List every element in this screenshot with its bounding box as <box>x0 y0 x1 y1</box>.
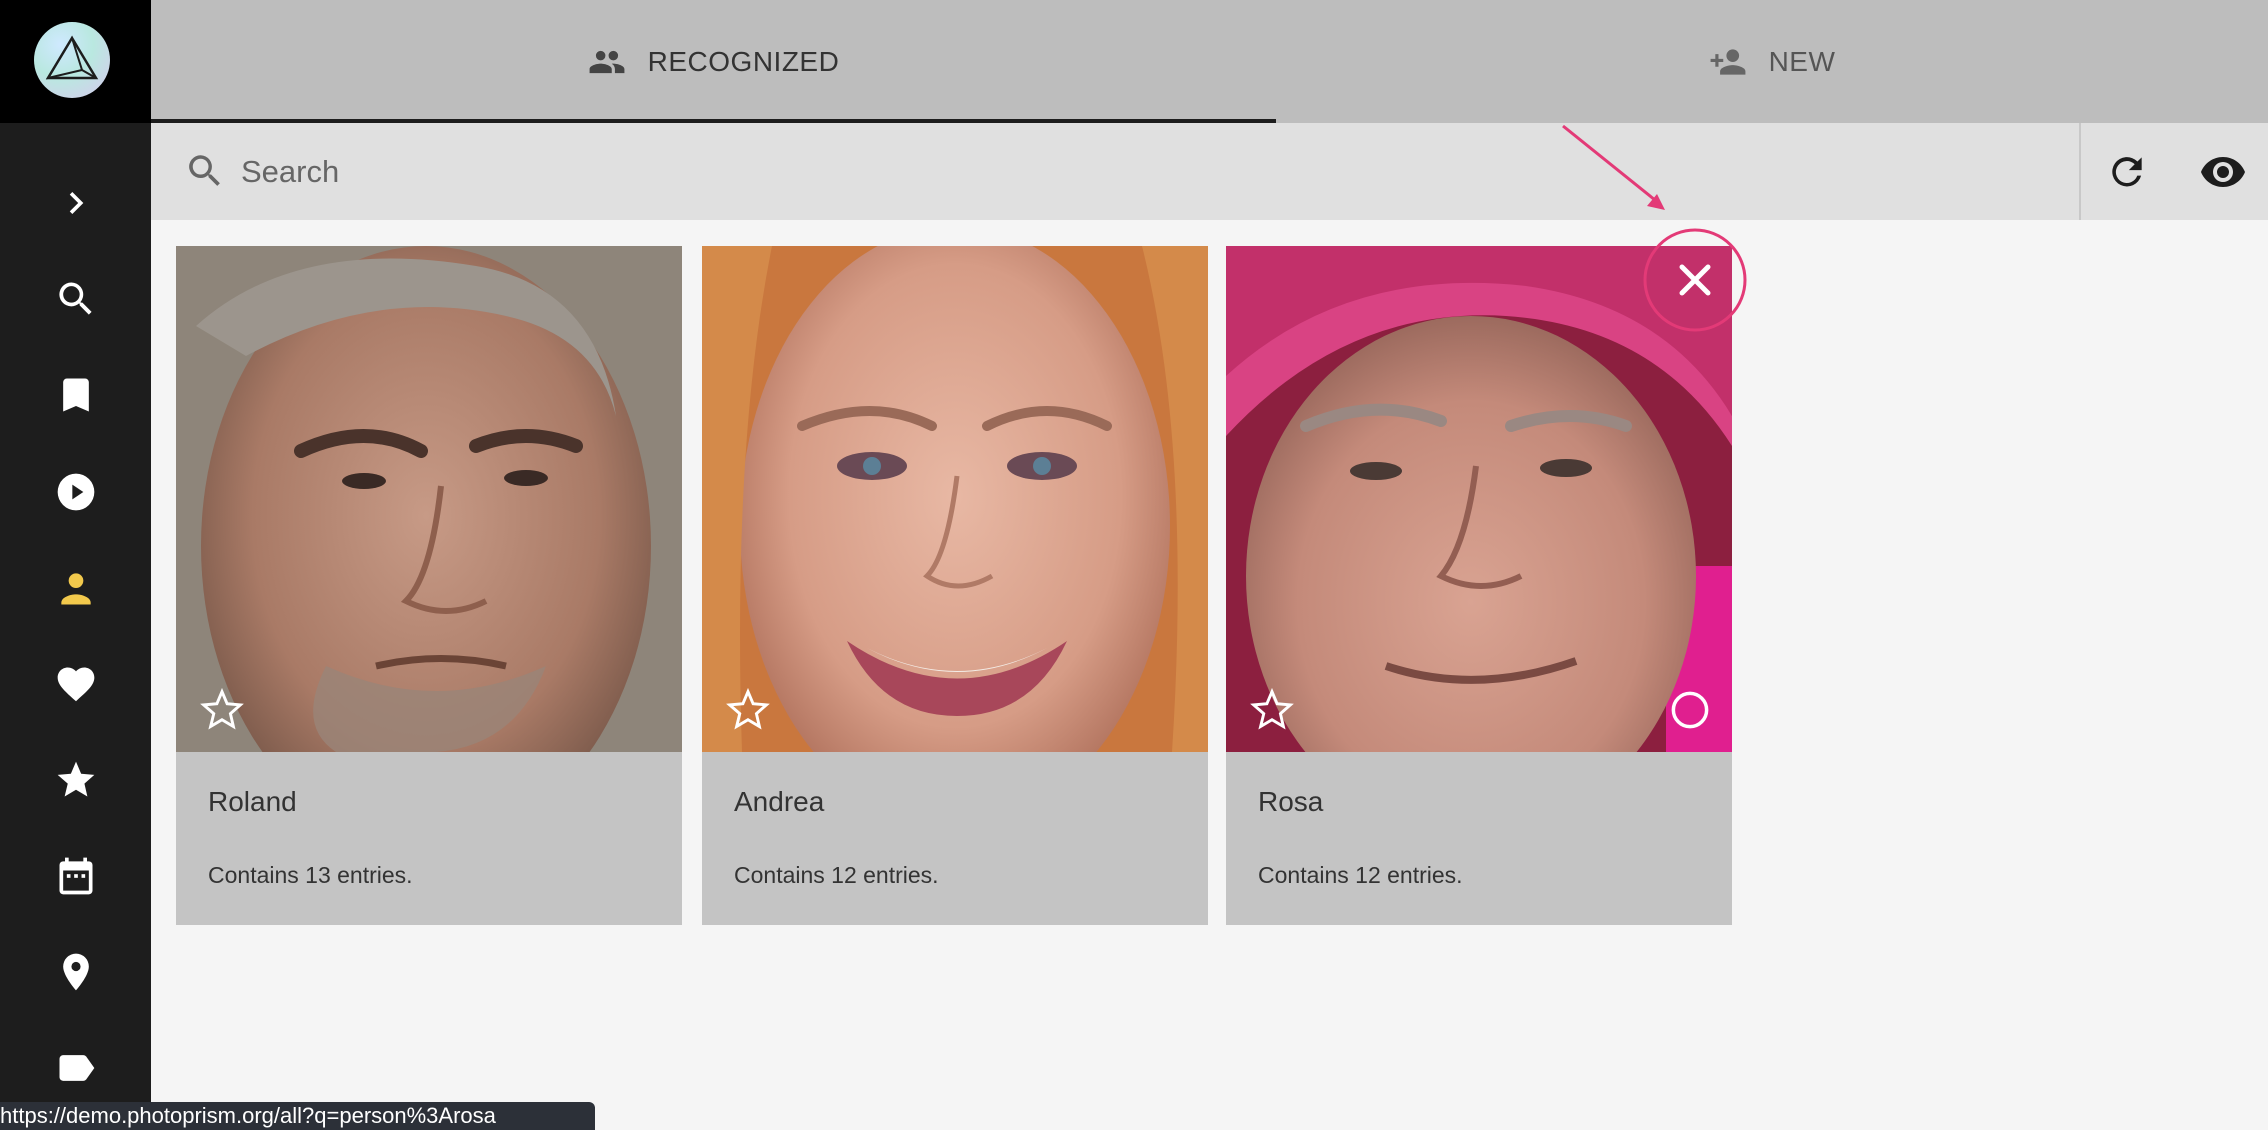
sidebar-expand-button[interactable] <box>0 163 151 243</box>
toolbar-divider <box>2079 123 2081 220</box>
person-entry-count: Contains 13 entries. <box>208 862 413 888</box>
bookmark-icon <box>62 378 89 412</box>
person-photo[interactable] <box>176 246 682 752</box>
sidebar-item-favorites[interactable] <box>0 644 151 724</box>
favorite-star-icon[interactable] <box>726 688 770 732</box>
status-bar-url: https://demo.photoprism.org/all?q=person… <box>0 1102 595 1130</box>
person-add-icon <box>1710 48 1745 75</box>
play-circle-icon <box>57 473 94 511</box>
sidebar-item-people[interactable] <box>0 548 151 628</box>
calendar-icon <box>59 857 92 895</box>
people-icon <box>589 50 625 73</box>
hide-person-button[interactable] <box>1643 228 1747 332</box>
star-icon <box>57 761 94 797</box>
select-circle-icon[interactable] <box>1669 689 1711 731</box>
search-toolbar <box>151 123 2268 220</box>
map-pin-icon <box>62 953 89 991</box>
sidebar-item-places[interactable] <box>0 932 151 1012</box>
tab-recognized-label: RECOGNIZED <box>647 45 840 77</box>
eye-icon <box>2201 157 2245 187</box>
person-card[interactable]: Andrea Contains 12 entries. <box>702 246 1208 925</box>
search-icon <box>189 155 220 186</box>
person-name[interactable]: Andrea <box>734 786 824 818</box>
person-icon <box>60 573 91 605</box>
person-name[interactable]: Rosa <box>1258 786 1323 818</box>
heart-icon <box>57 667 94 702</box>
annotation-arrow <box>1562 124 1665 210</box>
toggle-hidden-button[interactable] <box>2194 143 2252 201</box>
close-icon <box>1679 264 1711 296</box>
refresh-button[interactable] <box>2098 143 2156 201</box>
search-icon <box>58 282 92 315</box>
label-icon <box>59 1055 94 1081</box>
person-entry-count: Contains 12 entries. <box>734 862 939 888</box>
photoprism-logo[interactable] <box>34 22 110 98</box>
logo-container <box>0 0 151 123</box>
sidebar-item-search[interactable] <box>0 259 151 339</box>
tab-recognized[interactable]: RECOGNIZED <box>151 0 1276 123</box>
sidebar-item-videos[interactable] <box>0 452 151 532</box>
tab-bar: RECOGNIZED NEW <box>151 0 2268 123</box>
person-card[interactable]: Roland Contains 13 entries. <box>176 246 682 925</box>
chevron-right-icon <box>69 192 83 214</box>
person-card[interactable]: Rosa Contains 12 entries. <box>1226 246 1732 925</box>
refresh-icon <box>2112 157 2142 187</box>
tab-new-label: NEW <box>1768 45 1836 77</box>
sidebar-item-calendar[interactable] <box>0 836 151 916</box>
favorite-star-icon[interactable] <box>1250 688 1294 732</box>
sidebar-item-moments[interactable] <box>0 740 151 820</box>
sidebar-item-albums[interactable] <box>0 355 151 435</box>
sidebar <box>0 0 151 1130</box>
sidebar-item-labels[interactable] <box>0 1028 151 1108</box>
person-entry-count: Contains 12 entries. <box>1258 862 1463 888</box>
favorite-star-icon[interactable] <box>200 688 244 732</box>
person-name[interactable]: Roland <box>208 786 297 818</box>
person-photo[interactable] <box>702 246 1208 752</box>
tab-new[interactable]: NEW <box>1276 0 2268 123</box>
search-input[interactable] <box>239 143 2043 201</box>
